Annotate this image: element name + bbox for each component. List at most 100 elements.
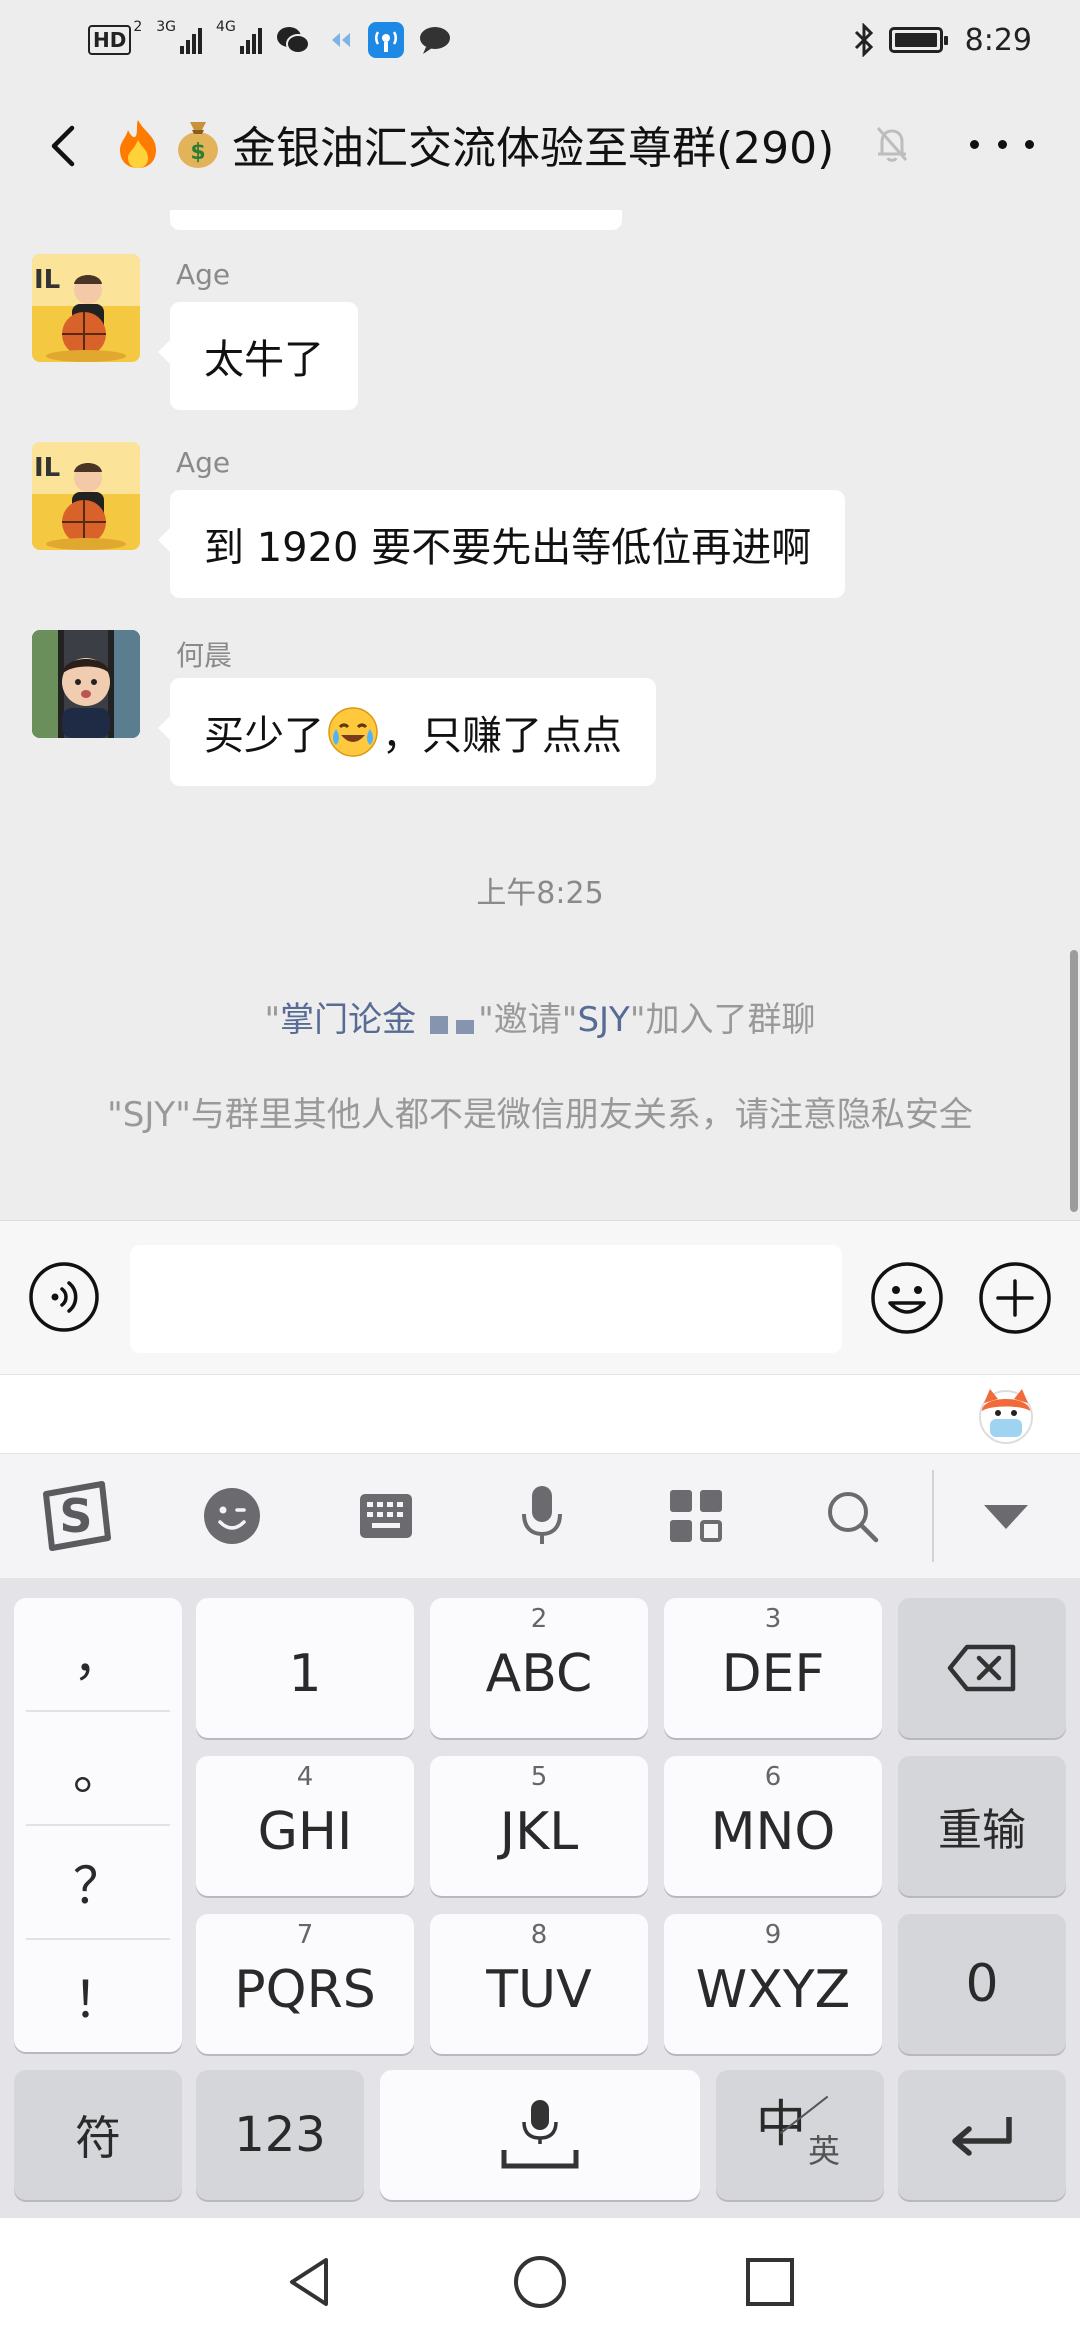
system-navigation-bar bbox=[0, 2218, 1080, 2340]
svg-text:$: $ bbox=[190, 140, 205, 165]
invite-text: 邀请" bbox=[493, 1000, 578, 1040]
nav-back-icon[interactable] bbox=[282, 2254, 338, 2310]
hd-badge: HD bbox=[88, 25, 132, 55]
network-type-2: 4G bbox=[216, 19, 236, 35]
money-bag-emoji-icon: $ bbox=[172, 118, 224, 170]
invitee-link[interactable]: SJY bbox=[577, 1000, 629, 1040]
numbers-key[interactable]: 123 bbox=[196, 2070, 364, 2200]
svg-text:IL: IL bbox=[34, 453, 60, 483]
svg-text:S: S bbox=[59, 1489, 92, 1543]
message-input[interactable] bbox=[130, 1245, 842, 1353]
punctuation-column: ， 。 ？ ！ bbox=[14, 1598, 182, 2052]
space-voice-key[interactable] bbox=[380, 2070, 700, 2200]
message-timestamp: 上午8:25 bbox=[476, 876, 604, 911]
symbols-key[interactable]: 符 bbox=[14, 2070, 182, 2200]
back-arrow-icon[interactable] bbox=[36, 118, 92, 174]
battery-icon bbox=[888, 27, 948, 53]
invite-text-end: "加入了群聊 bbox=[629, 1000, 816, 1040]
ime-mascot-icon[interactable] bbox=[974, 1383, 1038, 1447]
message-bubble[interactable]: 到 1920 要不要先出等低位再进啊 bbox=[157, 490, 846, 598]
voice-input-icon[interactable] bbox=[28, 1261, 100, 1333]
key-0[interactable]: 0 bbox=[898, 1914, 1066, 2054]
clock: 8:29 bbox=[964, 22, 1032, 58]
ime-keyboard: ， 。 ？ ！ 1 2 ABC 3 DEF 4 GHI 5 JKL 6 MNO 重输 7P… bbox=[0, 1578, 1080, 2218]
scrollbar[interactable] bbox=[1070, 950, 1078, 1212]
group-title: $ 金银油汇交流体验至尊群(290) bbox=[112, 112, 834, 176]
emoji-icon[interactable] bbox=[870, 1261, 944, 1335]
message-text: ，只赚了点点 bbox=[382, 713, 622, 759]
sender-name: 何晨 bbox=[176, 639, 233, 672]
chat-header: $ 金银油汇交流体验至尊群(290) bbox=[0, 80, 1080, 210]
ime-toolbar: S bbox=[0, 1454, 1080, 1578]
enter-icon bbox=[952, 2117, 1012, 2156]
backspace-icon bbox=[947, 1644, 1016, 1692]
key-1[interactable]: 1 bbox=[196, 1598, 414, 1738]
reinput-key[interactable]: 重输 bbox=[898, 1756, 1066, 1896]
avatar[interactable]: IL bbox=[32, 254, 140, 362]
language-toggle: 中 英 bbox=[716, 2070, 884, 2200]
key-6-mno[interactable]: 6 MNO bbox=[664, 1756, 882, 1896]
hotspot-icon bbox=[367, 22, 404, 58]
message-bubble[interactable]: 太牛了 bbox=[158, 302, 358, 410]
emoji-panel-icon[interactable] bbox=[192, 1480, 272, 1552]
keyboard-layout-icon[interactable] bbox=[346, 1480, 426, 1552]
fire-emoji-icon bbox=[112, 118, 164, 170]
mute-bell-icon bbox=[876, 127, 908, 162]
nav-recents-icon[interactable] bbox=[742, 2254, 798, 2310]
blurred-text bbox=[416, 1002, 478, 1042]
svg-text:IL: IL bbox=[34, 265, 60, 295]
privacy-notice: "SJY"与群里其他人都不是微信朋友关系，请注意隐私安全 bbox=[107, 1095, 973, 1135]
status-bar: HD 2 3G 4G 8:29 bbox=[0, 0, 1080, 80]
avatar[interactable]: IL bbox=[32, 442, 140, 550]
system-invite-notice: "掌门论金 "邀请"SJY"加入了群聊 bbox=[0, 992, 1080, 1042]
lang-alt: 英 bbox=[808, 2132, 841, 2170]
message-text: 到 1920 要不要先出等低位再进啊 bbox=[204, 525, 812, 571]
sender-name: Age bbox=[176, 446, 231, 479]
avatar[interactable] bbox=[32, 630, 140, 738]
enter-key[interactable] bbox=[898, 2070, 1066, 2200]
nav-home-icon[interactable] bbox=[512, 2254, 568, 2310]
inviter-link[interactable]: 掌门论金 bbox=[280, 1000, 416, 1040]
punct-question-key[interactable]: ？ bbox=[14, 1826, 182, 1938]
punct-comma-key[interactable]: ， bbox=[14, 1598, 182, 1710]
collapse-keyboard-icon[interactable] bbox=[966, 1480, 1046, 1552]
message-input-bar bbox=[0, 1220, 1080, 1375]
key-8-tuv[interactable]: 8 TUV bbox=[430, 1914, 648, 2054]
wechat-icon bbox=[276, 27, 310, 54]
key-7-pqrs[interactable]: 7 PQRS bbox=[196, 1914, 414, 2054]
backspace-key[interactable] bbox=[898, 1598, 1066, 1738]
chat-bubble-icon bbox=[419, 27, 450, 54]
message-text: 买少了 bbox=[204, 713, 324, 759]
network-type-1: 3G bbox=[156, 19, 177, 35]
key-5-jkl[interactable]: 5 JKL bbox=[430, 1756, 648, 1896]
key-2-abc[interactable]: 2 ABC bbox=[430, 1598, 648, 1738]
signal-icon bbox=[180, 26, 203, 54]
space-mic-icon bbox=[501, 2100, 579, 2169]
punct-exclaim-key[interactable]: ！ bbox=[14, 1940, 182, 2052]
toolbar-divider bbox=[932, 1470, 934, 1562]
signal-icon bbox=[239, 26, 262, 54]
microphone-icon[interactable] bbox=[502, 1480, 582, 1552]
quote-mark: " bbox=[264, 1000, 281, 1040]
key-4-ghi[interactable]: 4 GHI bbox=[196, 1756, 414, 1896]
message-list[interactable]: IL Age 太牛了 IL Age 到 1920 要不要先出等低位再进啊 何晨 … bbox=[0, 210, 1080, 1220]
sender-name: Age bbox=[176, 258, 231, 291]
punct-period-key[interactable]: 。 bbox=[14, 1712, 182, 1824]
sogou-logo-icon[interactable]: S bbox=[36, 1480, 116, 1552]
more-options-icon[interactable] bbox=[970, 126, 1034, 162]
key-3-def[interactable]: 3 DEF bbox=[664, 1598, 882, 1738]
language-toggle-key[interactable]: 中 英 bbox=[716, 2070, 884, 2200]
key-9-wxyz[interactable]: 9 WXYZ bbox=[664, 1914, 882, 2054]
message-text: 太牛了 bbox=[204, 337, 324, 383]
search-icon[interactable] bbox=[812, 1480, 892, 1552]
crying-laughing-emoji-icon bbox=[328, 707, 378, 757]
group-name: 金银油汇交流体验至尊群(290) bbox=[232, 123, 835, 174]
plus-icon[interactable] bbox=[978, 1261, 1052, 1335]
share-arrow-icon bbox=[331, 33, 350, 47]
bluetooth-icon bbox=[854, 23, 873, 57]
previous-message-bubble[interactable] bbox=[170, 210, 622, 230]
message-bubble[interactable]: 买少了 ，只赚了点点 bbox=[158, 678, 656, 786]
apps-grid-icon[interactable] bbox=[656, 1480, 736, 1552]
hd-sub: 2 bbox=[133, 19, 143, 35]
quote-mark: " bbox=[478, 1000, 494, 1040]
